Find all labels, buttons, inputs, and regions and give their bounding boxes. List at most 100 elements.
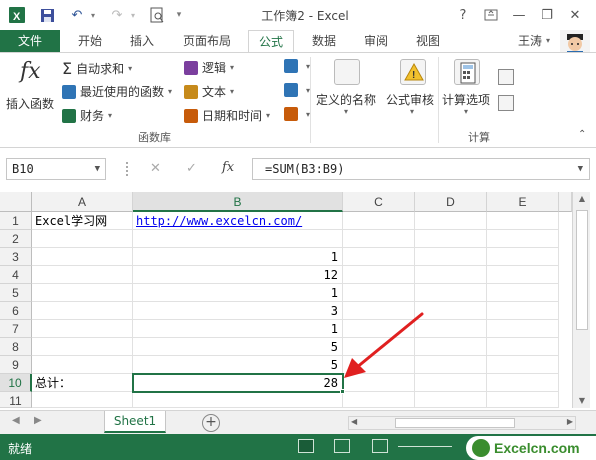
cell-d5[interactable]	[415, 284, 487, 302]
help-button[interactable]: ?	[452, 5, 474, 25]
cell-e2[interactable]	[487, 230, 559, 248]
undo-icon[interactable]: ↶	[66, 5, 88, 25]
row-header-3[interactable]: 3	[0, 248, 32, 266]
row-header-9[interactable]: 9	[0, 356, 32, 374]
cell-e3[interactable]	[487, 248, 559, 266]
page-layout-view-icon[interactable]	[334, 439, 350, 453]
add-sheet-icon[interactable]: +	[202, 414, 220, 432]
row-header-5[interactable]: 5	[0, 284, 32, 302]
cell-b9[interactable]: 5	[133, 356, 343, 374]
cell-a3[interactable]	[32, 248, 133, 266]
column-header-c[interactable]: C	[343, 192, 415, 212]
first-sheet-icon[interactable]: ◀	[12, 415, 20, 426]
column-header-a[interactable]: A	[32, 192, 133, 212]
column-header-f[interactable]	[559, 192, 572, 212]
horizontal-scroll-thumb[interactable]	[395, 418, 515, 428]
row-header-7[interactable]: 7	[0, 320, 32, 338]
row-header-11[interactable]: 11	[0, 392, 32, 408]
cell-c5[interactable]	[343, 284, 415, 302]
tab-file[interactable]: 文件	[0, 30, 60, 52]
cell-a5[interactable]	[32, 284, 133, 302]
column-header-d[interactable]: D	[415, 192, 487, 212]
redo-dropdown-icon[interactable]: ▾	[128, 5, 138, 25]
print-preview-icon[interactable]	[146, 5, 168, 25]
row-header-10[interactable]: 10	[0, 374, 32, 392]
cell-e6[interactable]	[487, 302, 559, 320]
datetime-button[interactable]: 日期和时间 ▾	[184, 107, 270, 124]
cancel-icon[interactable]: ✕	[150, 161, 161, 176]
row-header-6[interactable]: 6	[0, 302, 32, 320]
cell-d2[interactable]	[415, 230, 487, 248]
restore-button[interactable]: ❐	[536, 5, 558, 25]
defined-names-button[interactable]: 定义的名称 ▾	[316, 57, 380, 127]
cell-d1[interactable]	[415, 212, 487, 230]
cell-b2[interactable]	[133, 230, 343, 248]
lookup-reference-button[interactable]: ▾	[284, 59, 310, 73]
more-functions-button[interactable]: ▾	[284, 107, 310, 121]
calculate-sheet-icon[interactable]	[498, 95, 514, 111]
cell-a4[interactable]	[32, 266, 133, 284]
user-name[interactable]: 王涛	[518, 30, 542, 52]
autosum-button[interactable]: Σ 自动求和 ▾	[62, 59, 132, 78]
ribbon-display-options-icon[interactable]	[480, 5, 502, 25]
cell-a9[interactable]	[32, 356, 133, 374]
formula-auditing-button[interactable]: ! 公式审核 ▾	[384, 57, 444, 127]
text-button[interactable]: 文本 ▾	[184, 83, 234, 100]
normal-view-icon[interactable]	[298, 439, 314, 453]
cell-d11[interactable]	[415, 392, 487, 408]
cell-e1[interactable]	[487, 212, 559, 230]
tab-page-layout[interactable]: 页面布局	[174, 30, 240, 52]
tab-home[interactable]: 开始	[70, 30, 110, 52]
cell-e8[interactable]	[487, 338, 559, 356]
cell-a1[interactable]: Excel学习网	[32, 212, 133, 230]
row-header-1[interactable]: 1	[0, 212, 32, 230]
sheet-tab-sheet1[interactable]: Sheet1	[104, 411, 166, 433]
tab-insert[interactable]: 插入	[122, 30, 162, 52]
page-break-view-icon[interactable]	[372, 439, 388, 453]
save-icon[interactable]	[36, 5, 58, 25]
zoom-slider[interactable]	[398, 446, 452, 447]
cell-a8[interactable]	[32, 338, 133, 356]
cell-b4[interactable]: 12	[133, 266, 343, 284]
column-header-e[interactable]: E	[487, 192, 559, 212]
horizontal-scrollbar[interactable]: ◀ ▶	[348, 416, 576, 430]
cell-b7[interactable]: 1	[133, 320, 343, 338]
cell-d4[interactable]	[415, 266, 487, 284]
cell-a2[interactable]	[32, 230, 133, 248]
cell-e11[interactable]	[487, 392, 559, 408]
collapse-ribbon-icon[interactable]: ⌃	[578, 129, 586, 140]
column-header-b[interactable]: B	[133, 192, 343, 212]
cell-c3[interactable]	[343, 248, 415, 266]
cell-d3[interactable]	[415, 248, 487, 266]
cell-e5[interactable]	[487, 284, 559, 302]
user-dropdown-icon[interactable]: ▾	[546, 30, 550, 52]
cell-a11[interactable]	[32, 392, 133, 408]
cell-b6[interactable]: 3	[133, 302, 343, 320]
insert-function-button[interactable]: fx 插入函数	[4, 59, 58, 119]
tab-data[interactable]: 数据	[304, 30, 344, 52]
cell-e4[interactable]	[487, 266, 559, 284]
cell-b3[interactable]: 1	[133, 248, 343, 266]
cell-e9[interactable]	[487, 356, 559, 374]
scroll-left-icon[interactable]: ◀	[351, 417, 357, 426]
customize-quick-access-icon[interactable]: ▾	[172, 5, 186, 25]
recent-functions-button[interactable]: 最近使用的函数 ▾	[62, 83, 172, 100]
close-button[interactable]: ✕	[564, 5, 586, 25]
row-header-8[interactable]: 8	[0, 338, 32, 356]
redo-icon[interactable]: ↷	[106, 5, 128, 25]
tab-review[interactable]: 审阅	[356, 30, 396, 52]
cell-c1[interactable]	[343, 212, 415, 230]
enter-icon[interactable]: ✓	[186, 161, 197, 176]
scroll-down-icon[interactable]: ▼	[573, 394, 591, 408]
cell-b1-link[interactable]: http://www.excelcn.com/	[133, 212, 343, 230]
math-trig-button[interactable]: ▾	[284, 83, 310, 97]
minimize-button[interactable]: —	[508, 5, 530, 25]
row-header-2[interactable]: 2	[0, 230, 32, 248]
cell-c4[interactable]	[343, 266, 415, 284]
last-sheet-icon[interactable]: ▶	[34, 415, 42, 426]
expand-formula-icon[interactable]: ▼	[578, 159, 583, 179]
cell-c11[interactable]	[343, 392, 415, 408]
financial-button[interactable]: 财务 ▾	[62, 107, 112, 124]
name-box[interactable]: B10 ▼	[6, 158, 106, 180]
tab-formulas[interactable]: 公式	[248, 30, 294, 52]
